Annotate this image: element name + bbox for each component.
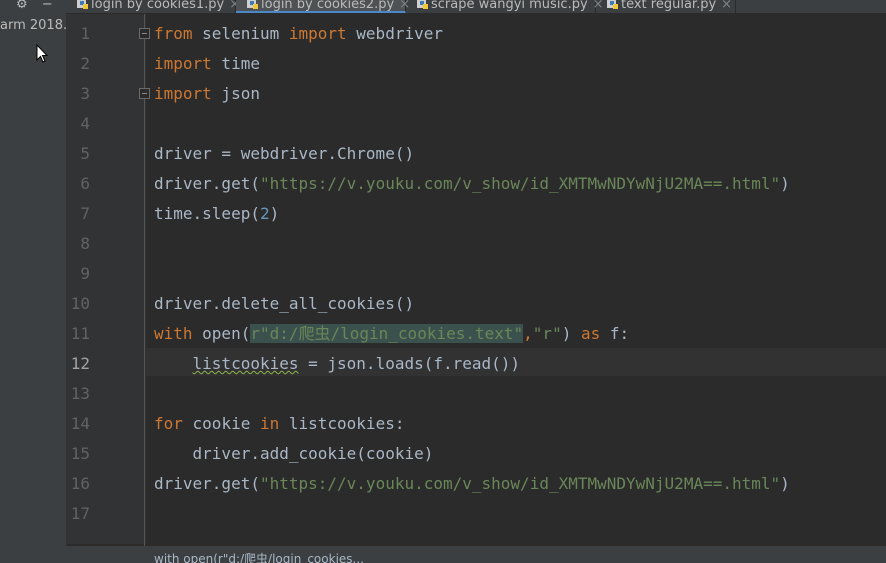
code-token: from (154, 24, 193, 43)
python-file-icon (77, 0, 88, 9)
code-token: with (154, 324, 193, 343)
code-token: r"d:/爬虫/login_cookies.text" (250, 324, 524, 343)
line-number: 15 (70, 444, 90, 463)
code-token: import (154, 84, 212, 103)
mouse-cursor-icon (36, 44, 48, 63)
code-token: 2 (259, 204, 270, 223)
line-number: 7 (80, 204, 90, 223)
code-line[interactable]: with open(r"d:/爬虫/login_cookies.text","r… (154, 319, 629, 349)
minimize-icon[interactable]: − (42, 0, 53, 12)
editor-tab[interactable]: text regular.py × (596, 0, 736, 13)
editor-tab[interactable]: login by cookies2.py × (236, 0, 410, 13)
line-number: 12 (70, 354, 90, 373)
fold-marker-icon[interactable] (139, 88, 150, 99)
code-line[interactable]: listcookies = json.loads(f.read()) (154, 349, 521, 379)
breadcrumb[interactable]: with open(r"d:/爬虫/login_cookies... (66, 546, 886, 563)
editor-tab-label: scrape wangyi music.py (431, 0, 588, 12)
line-number: 3 (80, 84, 90, 103)
line-number: 2 (80, 54, 90, 73)
code-token: = json.loads(f.read()) (298, 354, 521, 373)
editor-tab[interactable]: login by cookies1.py × (66, 0, 240, 13)
line-number: 16 (70, 474, 90, 493)
code-token: in (259, 414, 280, 433)
line-number: 9 (80, 264, 90, 283)
code-token: open( (192, 324, 251, 343)
code-token: for (154, 414, 183, 433)
code-token: driver = webdriver.Chrome() (154, 144, 415, 163)
code-line[interactable]: for cookie in listcookies: (154, 409, 404, 439)
python-file-icon (607, 0, 618, 9)
code-token: import (288, 24, 347, 43)
code-token: listcookies (192, 354, 299, 373)
code-line[interactable]: driver.delete_all_cookies() (154, 289, 414, 319)
editor-tab-label: text regular.py (621, 0, 717, 12)
project-tool-window: ⚙ − arm 2018.3 (0, 0, 75, 563)
code-line[interactable]: driver.add_cookie(cookie) (154, 439, 434, 469)
line-number: 17 (70, 504, 90, 523)
gear-icon[interactable]: ⚙ (16, 0, 28, 12)
line-number: 11 (70, 324, 90, 343)
editor-tab-bar: login by cookies1.py × login by cookies2.p… (66, 0, 886, 14)
code-token: ) (269, 204, 280, 223)
line-number: 14 (70, 414, 90, 433)
line-number: 8 (80, 234, 90, 253)
code-line[interactable]: driver.get("https://v.youku.com/v_show/i… (154, 469, 790, 499)
line-number: 10 (70, 294, 90, 313)
code-line[interactable]: driver = webdriver.Chrome() (154, 139, 414, 169)
code-token: ) (780, 174, 790, 193)
editor-tab-label: login by cookies2.py (261, 0, 395, 12)
code-token: , (523, 324, 533, 343)
line-number: 6 (80, 174, 90, 193)
code-token: driver.add_cookie(cookie) (154, 444, 434, 463)
line-number: 5 (80, 144, 90, 163)
code-token: selenium (192, 24, 289, 43)
code-token: ) (780, 474, 790, 493)
code-token: f: (600, 324, 630, 343)
code-token: ) (561, 324, 581, 343)
line-number: 13 (70, 384, 90, 403)
code-token: driver.delete_all_cookies() (154, 294, 415, 313)
editor-tab[interactable]: scrape wangyi music.py × (406, 0, 604, 13)
code-token: json (211, 84, 260, 103)
fold-marker-icon[interactable] (139, 28, 150, 39)
python-file-icon (417, 0, 428, 9)
python-file-icon (247, 0, 258, 9)
code-token: import (154, 54, 212, 73)
code-line[interactable]: from selenium import webdriver (154, 19, 443, 49)
project-toolbar: ⚙ − (16, 0, 63, 12)
line-number: 4 (80, 114, 90, 133)
project-tree-item[interactable]: arm 2018.3 (0, 18, 75, 33)
code-line[interactable]: time.sleep(2) (154, 199, 279, 229)
code-token: listcookies: (279, 414, 405, 433)
code-line[interactable]: import time (154, 49, 260, 79)
code-token: driver.get( (154, 474, 260, 493)
editor-tab-label: login by cookies1.py (91, 0, 225, 12)
code-token: "https://v.youku.com/v_show/id_XMTMwNDYw… (259, 174, 781, 193)
code-token: time.sleep( (154, 204, 260, 223)
code-token: webdriver (346, 24, 443, 43)
close-icon[interactable]: × (721, 0, 732, 12)
code-token: as (580, 324, 601, 343)
code-token: driver.get( (154, 174, 260, 193)
code-token: time (211, 54, 260, 73)
code-token: cookie (182, 414, 260, 433)
line-number: 1 (80, 24, 90, 43)
code-line[interactable]: import json (154, 79, 260, 109)
code-line[interactable]: driver.get("https://v.youku.com/v_show/i… (154, 169, 790, 199)
code-token: "https://v.youku.com/v_show/id_XMTMwNDYw… (259, 474, 781, 493)
code-token: "r" (532, 324, 562, 343)
